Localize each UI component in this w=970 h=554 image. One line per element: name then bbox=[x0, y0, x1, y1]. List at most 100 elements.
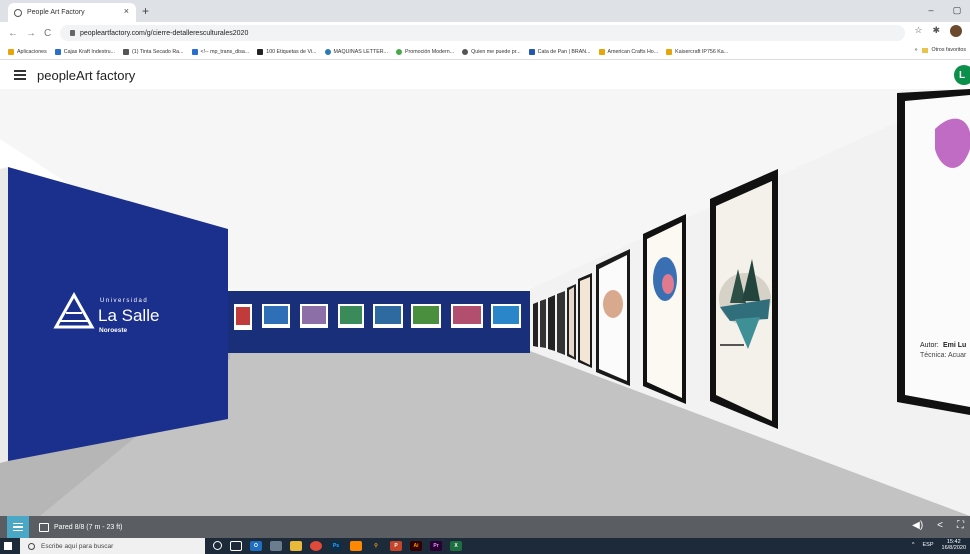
chrome-icon[interactable] bbox=[310, 541, 322, 551]
task-view-icon[interactable] bbox=[230, 541, 242, 551]
star-icon[interactable]: ☆ bbox=[914, 25, 922, 37]
user-avatar[interactable]: L bbox=[954, 65, 970, 85]
gallery-actions: ◀) < ⛶ bbox=[912, 520, 964, 531]
bookmark-item[interactable]: Cata de Pan | BRAN... bbox=[528, 48, 591, 55]
share-icon[interactable]: < bbox=[937, 520, 943, 531]
wall-frame[interactable] bbox=[548, 295, 555, 351]
taskbar-search-placeholder: Escribe aquí para buscar bbox=[41, 542, 114, 550]
bookmark-icon bbox=[324, 48, 331, 55]
reload-icon[interactable]: C bbox=[44, 28, 54, 39]
profile-avatar[interactable] bbox=[950, 25, 962, 37]
bookmark-icon bbox=[528, 48, 535, 55]
gallery-control-bar: Pared 8/8 (7 m - 23 ft) ◀) < ⛶ bbox=[0, 516, 970, 538]
clock[interactable]: 15:42 16/8/2020 bbox=[942, 539, 966, 551]
powerpoint-icon[interactable]: P bbox=[390, 541, 402, 551]
gallery-menu-button[interactable] bbox=[7, 516, 29, 538]
bookmarks-overflow[interactable]: » Otros favoritos bbox=[910, 47, 966, 53]
url-field[interactable]: peopleartfactory.com/g/cierre-detalleres… bbox=[60, 25, 905, 41]
bookmark-item[interactable]: Promoción Modern... bbox=[395, 48, 455, 55]
bookmark-label: MAQUINAS LETTER... bbox=[333, 48, 388, 55]
bookmark-label: <!-- mp_trans_disa... bbox=[200, 48, 250, 55]
bookmark-icon bbox=[395, 48, 402, 55]
app-header: peopleArt factory L bbox=[0, 61, 970, 89]
maximize-button[interactable]: ▢ bbox=[944, 0, 970, 22]
gallery-scene-svg: Universidad La Salle Noroeste Autor: Emi… bbox=[0, 89, 970, 516]
wall-frame[interactable] bbox=[533, 302, 538, 347]
bookmark-icon bbox=[598, 48, 605, 55]
folder-icon bbox=[921, 47, 928, 53]
bookmark-item[interactable]: (1) Tinta Secado Ra... bbox=[122, 48, 184, 55]
outlook-icon[interactable]: O bbox=[250, 541, 262, 551]
windows-taskbar: Escribe aquí para buscar O Ps ⚲ P Ai Pr … bbox=[0, 538, 970, 554]
taskbar-search-box[interactable]: Escribe aquí para buscar bbox=[20, 538, 205, 554]
bookmark-item[interactable]: 100 Etiquetas de Vi... bbox=[257, 48, 317, 55]
tray-expand-icon[interactable]: ^ bbox=[912, 542, 915, 548]
illustrator-icon[interactable]: Ai bbox=[410, 541, 422, 551]
sound-icon[interactable]: ◀) bbox=[912, 520, 923, 531]
fullscreen-icon[interactable]: ⛶ bbox=[957, 520, 964, 531]
calculator-icon[interactable] bbox=[270, 541, 282, 551]
bookmark-label: Quien me puede pr... bbox=[471, 48, 521, 55]
bookmark-label: (1) Tinta Secado Ra... bbox=[131, 48, 184, 55]
wall-frame[interactable] bbox=[557, 291, 565, 355]
url-text: peopleartfactory.com/g/cierre-detalleres… bbox=[80, 29, 249, 37]
left-wall-edge bbox=[0, 167, 8, 463]
bookmark-icon bbox=[54, 48, 61, 55]
windows-start-icon[interactable] bbox=[0, 538, 16, 554]
minimize-button[interactable]: – bbox=[918, 0, 944, 22]
browser-toolbar-icons: ☆ ✱ bbox=[914, 25, 962, 37]
tab-close-button[interactable]: × bbox=[124, 6, 129, 16]
gallery-3d-view[interactable]: Universidad La Salle Noroeste Autor: Emi… bbox=[0, 89, 970, 516]
bookmark-item[interactable]: <!-- mp_trans_disa... bbox=[191, 48, 250, 55]
artwork-technique: Técnica: Acuar bbox=[920, 352, 967, 359]
wall-frame[interactable] bbox=[540, 299, 546, 348]
back-arrow-icon[interactable]: ← bbox=[8, 28, 18, 39]
search-icon bbox=[28, 542, 35, 550]
bookmark-label: Promoción Modern... bbox=[404, 48, 455, 55]
bookmark-item[interactable]: American Crafts Ho... bbox=[598, 48, 659, 55]
bookmark-item[interactable]: MAQUINAS LETTER... bbox=[324, 48, 388, 55]
artwork-author-label: Autor: bbox=[920, 342, 939, 349]
bookmark-item[interactable]: Cajas Kraft Indestru... bbox=[54, 48, 115, 55]
bookmark-icon bbox=[191, 48, 198, 55]
hamburger-menu-icon[interactable] bbox=[14, 70, 26, 80]
bookmark-icon bbox=[462, 48, 469, 55]
bookmark-label: Cata de Pan | BRAN... bbox=[537, 48, 591, 55]
bookmark-label: American Crafts Ho... bbox=[607, 48, 659, 55]
bookmarks-more-button[interactable]: » bbox=[915, 47, 918, 53]
bookmark-item[interactable]: Kaisercraft IP756 Ka... bbox=[666, 48, 729, 55]
photoshop-icon[interactable]: Ps bbox=[330, 541, 342, 551]
artwork-author-name: Emi Lu bbox=[943, 342, 966, 349]
mural-artworks bbox=[234, 304, 521, 330]
premiere-icon[interactable]: Pr bbox=[430, 541, 442, 551]
bookmark-label: Kaisercraft IP756 Ka... bbox=[675, 48, 729, 55]
brand-logo[interactable]: peopleArt factory bbox=[37, 68, 135, 83]
bookmark-icon bbox=[666, 48, 673, 55]
logo-university-text: Universidad bbox=[100, 298, 148, 304]
language-indicator[interactable]: ESP bbox=[923, 542, 934, 548]
search-app-icon[interactable]: ⚲ bbox=[370, 541, 382, 551]
map-icon[interactable] bbox=[39, 522, 49, 532]
wall-position-label: Pared 8/8 (7 m - 23 ft) bbox=[54, 523, 123, 531]
excel-icon[interactable]: X bbox=[450, 541, 462, 551]
bookmark-icon bbox=[8, 48, 14, 55]
bookmark-label: Cajas Kraft Indestru... bbox=[63, 48, 115, 55]
system-tray: ^ ESP 15:42 16/8/2020 bbox=[912, 539, 966, 551]
extensions-icon[interactable]: ✱ bbox=[932, 25, 940, 37]
bookmark-label: 100 Etiquetas de Vi... bbox=[266, 48, 317, 55]
bookmark-item[interactable]: Aplicaciones bbox=[8, 48, 47, 55]
cortana-icon[interactable] bbox=[213, 541, 222, 550]
other-bookmarks-label[interactable]: Otros favoritos bbox=[932, 47, 966, 53]
bookmark-icon bbox=[257, 48, 264, 55]
vlc-icon[interactable] bbox=[350, 541, 362, 551]
address-bar-row: ← → C peopleartfactory.com/g/cierre-deta… bbox=[0, 22, 970, 44]
new-tab-button[interactable]: + bbox=[142, 4, 149, 18]
forward-arrow-icon[interactable]: → bbox=[26, 28, 36, 39]
site-favicon-icon bbox=[14, 8, 22, 17]
bookmark-item[interactable]: Quien me puede pr... bbox=[462, 48, 521, 55]
explorer-icon[interactable] bbox=[290, 541, 302, 551]
browser-tab[interactable]: People Art Factory × bbox=[8, 3, 136, 22]
bookmark-label: Aplicaciones bbox=[17, 48, 47, 55]
bookmark-icon bbox=[122, 48, 129, 55]
taskbar-apps: O Ps ⚲ P Ai Pr X bbox=[213, 541, 462, 551]
